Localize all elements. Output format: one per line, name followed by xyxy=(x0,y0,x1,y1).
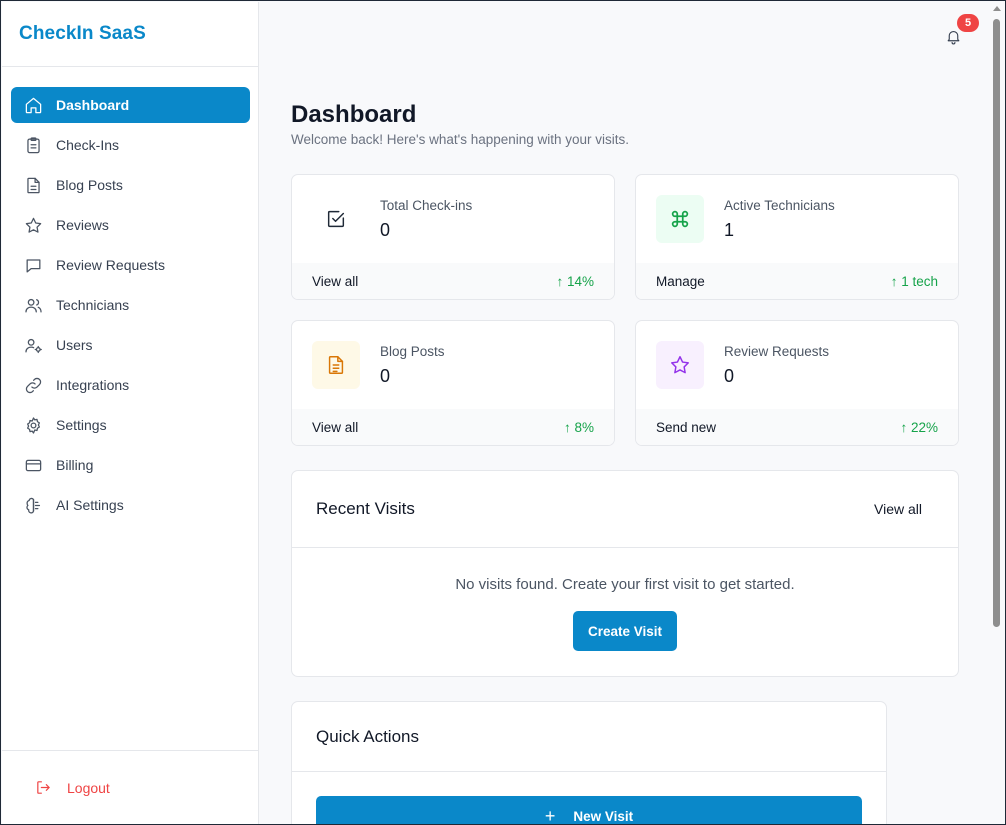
stat-card-label: Total Check-ins xyxy=(380,198,473,213)
stat-card-icon-box xyxy=(312,341,360,389)
sidebar-item-review-requests[interactable]: Review Requests xyxy=(11,247,250,283)
empty-state-message: No visits found. Create your first visit… xyxy=(455,576,795,593)
page-subtitle: Welcome back! Here's what's happening wi… xyxy=(291,132,630,147)
stat-card-footer: View all ↑ 14% xyxy=(292,263,614,299)
logout-label: Logout xyxy=(67,779,110,796)
send-new-review-request-link[interactable]: Send new xyxy=(656,420,716,435)
check-square-icon xyxy=(327,210,345,228)
create-visit-button[interactable]: Create Visit xyxy=(573,611,677,651)
logout-button[interactable]: Logout xyxy=(35,779,110,796)
stat-card-label: Blog Posts xyxy=(380,344,445,359)
stat-card-total-check-ins: Total Check-ins 0 View all ↑ 14% xyxy=(291,174,615,300)
sidebar-item-label: Settings xyxy=(56,417,107,433)
gear-icon xyxy=(23,415,43,435)
scroll-up-arrow[interactable] xyxy=(993,6,1001,11)
stat-card-label: Active Technicians xyxy=(724,198,835,213)
stat-card-icon-box xyxy=(656,195,704,243)
document-icon xyxy=(23,175,43,195)
view-all-check-ins-link[interactable]: View all xyxy=(312,274,358,289)
sidebar-item-technicians[interactable]: Technicians xyxy=(11,287,250,323)
plus-icon: + xyxy=(544,806,556,825)
app-window: CheckIn SaaS Dashboard Check-Ins Blog Po… xyxy=(0,0,1006,825)
recent-visits-view-all-link[interactable]: View all xyxy=(874,501,922,517)
stat-card-review-requests: Review Requests 0 Send new ↑ 22% xyxy=(635,320,959,446)
page-title: Dashboard xyxy=(291,101,417,128)
quick-actions-header: Quick Actions xyxy=(292,702,886,772)
manage-technicians-link[interactable]: Manage xyxy=(656,274,705,289)
sidebar-item-label: Integrations xyxy=(56,377,130,393)
bell-icon xyxy=(947,30,960,45)
sidebar: CheckIn SaaS Dashboard Check-Ins Blog Po… xyxy=(2,2,259,824)
recent-visits-panel: Recent Visits View all No visits found. … xyxy=(291,470,959,677)
sidebar-item-ai-settings[interactable]: AI Settings xyxy=(11,487,250,523)
quick-actions-body: + New Visit xyxy=(292,772,886,825)
sidebar-nav: Dashboard Check-Ins Blog Posts Reviews R… xyxy=(2,67,258,523)
sidebar-item-settings[interactable]: Settings xyxy=(11,407,250,443)
user-cog-icon xyxy=(23,335,43,355)
sidebar-item-reviews[interactable]: Reviews xyxy=(11,207,250,243)
stat-card-value: 1 xyxy=(724,220,735,240)
stat-card-value: 0 xyxy=(380,220,391,240)
empty-state-actions: Create Visit xyxy=(292,611,958,651)
sidebar-item-users[interactable]: Users xyxy=(11,327,250,363)
stat-card-trend: ↑ 22% xyxy=(900,419,938,435)
command-icon xyxy=(671,210,689,228)
sidebar-item-blog-posts[interactable]: Blog Posts xyxy=(11,167,250,203)
sidebar-item-label: Users xyxy=(56,337,93,353)
sidebar-footer: Logout xyxy=(2,750,258,824)
brain-icon xyxy=(23,495,43,515)
sidebar-item-dashboard[interactable]: Dashboard xyxy=(11,87,250,123)
sidebar-item-label: AI Settings xyxy=(56,497,124,513)
recent-visits-title: Recent Visits xyxy=(316,499,415,518)
home-icon xyxy=(23,95,43,115)
new-visit-button[interactable]: + New Visit xyxy=(316,796,862,825)
stat-card-footer: Send new ↑ 22% xyxy=(636,409,958,445)
stat-card-trend: ↑ 14% xyxy=(556,273,594,289)
sidebar-item-integrations[interactable]: Integrations xyxy=(11,367,250,403)
sidebar-item-label: Billing xyxy=(56,457,94,473)
brand-header: CheckIn SaaS xyxy=(2,2,258,67)
logout-icon xyxy=(37,781,50,794)
stat-card-label: Review Requests xyxy=(724,344,830,359)
stat-card-active-technicians: Active Technicians 1 Manage ↑ 1 tech xyxy=(635,174,959,300)
stat-card-icon-box xyxy=(656,341,704,389)
quick-actions-panel: Quick Actions + New Visit xyxy=(291,701,887,825)
stat-card-footer: View all ↑ 8% xyxy=(292,409,614,445)
notification-count-badge: 5 xyxy=(957,14,979,32)
quick-actions-title: Quick Actions xyxy=(316,726,419,746)
document-icon xyxy=(328,356,344,374)
stat-card-value: 0 xyxy=(724,366,735,386)
sidebar-item-check-ins[interactable]: Check-Ins xyxy=(11,127,250,163)
sidebar-item-label: Review Requests xyxy=(56,257,165,273)
vertical-scrollbar-thumb[interactable] xyxy=(993,19,1000,627)
stat-card-value: 0 xyxy=(380,366,391,386)
sidebar-item-label: Technicians xyxy=(56,297,130,313)
star-icon xyxy=(671,356,689,374)
message-icon xyxy=(23,255,43,275)
users-icon xyxy=(23,295,43,315)
stat-card-footer: Manage ↑ 1 tech xyxy=(636,263,958,299)
sidebar-item-label: Reviews xyxy=(56,217,109,233)
stat-card-trend: ↑ 8% xyxy=(563,419,594,435)
sidebar-item-label: Dashboard xyxy=(56,97,130,113)
stat-card-icon-box xyxy=(312,195,360,243)
sidebar-item-label: Check-Ins xyxy=(56,137,120,153)
sidebar-item-label: Blog Posts xyxy=(56,177,123,193)
stat-card-trend: ↑ 1 tech xyxy=(890,273,938,289)
link-icon xyxy=(23,375,43,395)
new-visit-label: New Visit xyxy=(573,808,634,824)
clipboard-icon xyxy=(23,135,43,155)
view-all-blog-posts-link[interactable]: View all xyxy=(312,420,358,435)
sidebar-item-billing[interactable]: Billing xyxy=(11,447,250,483)
star-icon xyxy=(23,215,43,235)
stat-card-blog-posts: Blog Posts 0 View all ↑ 8% xyxy=(291,320,615,446)
recent-visits-header: Recent Visits View all xyxy=(292,471,958,548)
brand-logo-text[interactable]: CheckIn SaaS xyxy=(19,23,146,45)
credit-card-icon xyxy=(23,455,43,475)
